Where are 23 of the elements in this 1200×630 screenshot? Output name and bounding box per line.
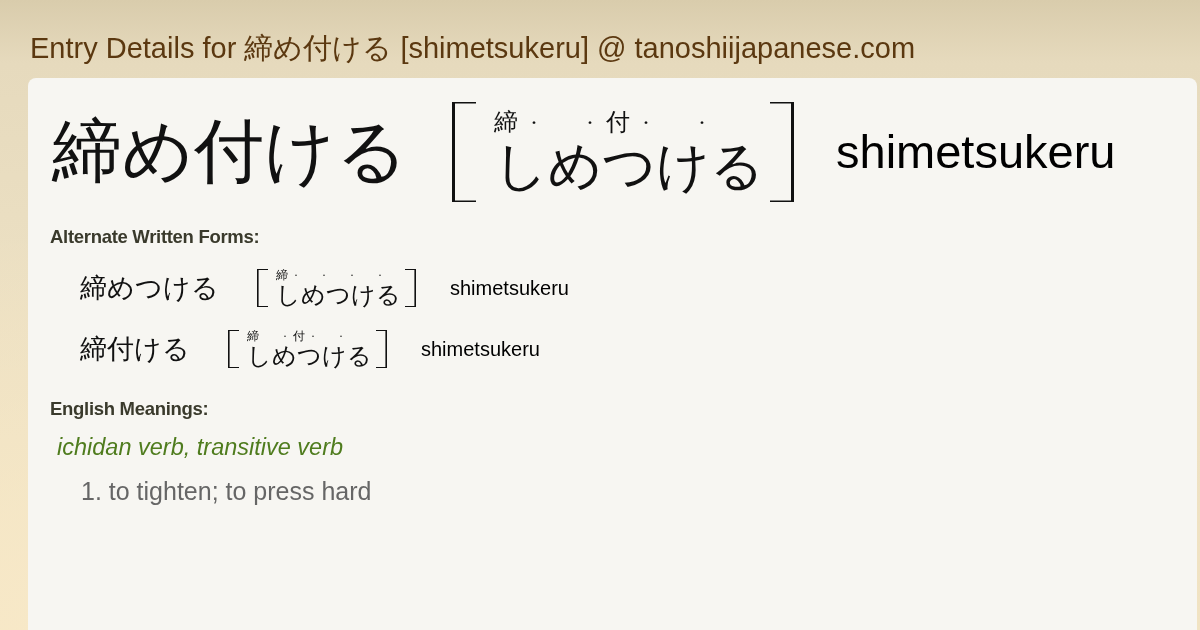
entry-word: 締め付ける — [52, 115, 408, 189]
section-heading: English Meanings: — [50, 397, 209, 420]
closing-bracket-icon — [405, 269, 416, 308]
meaning-text: 1. to tighten; to press hard — [81, 475, 372, 506]
kana-reading: しめつける — [247, 343, 372, 370]
section-heading: Alternate Written Forms: — [50, 226, 260, 248]
page-title: Entry Details for 締め付ける [shimetsukeru] @ tanoshiijapanese.com — [29, 31, 916, 64]
alternate-word: 締めつける — [80, 274, 219, 303]
opening-bracket-icon — [228, 330, 239, 369]
opening-bracket-icon — [452, 102, 476, 202]
closing-bracket-icon — [770, 102, 794, 202]
romaji-reading: shimetsukeru — [450, 276, 569, 301]
kanji-marks: 締· · · · — [276, 268, 388, 283]
part-of-speech: ichidan verb, transitive verb — [57, 432, 344, 461]
closing-bracket-icon — [376, 330, 387, 369]
romaji-reading: shimetsukeru — [421, 337, 540, 362]
kana-reading: しめつける — [494, 137, 764, 196]
kana-reading: しめつける — [276, 282, 401, 309]
kanji-marks: 締 ·付· · — [247, 328, 349, 344]
romaji-reading: shimetsukeru — [836, 123, 1116, 180]
kanji-marks: 締· ·付· · — [494, 108, 718, 138]
alternate-word: 締付ける — [80, 335, 190, 364]
opening-bracket-icon — [257, 269, 268, 308]
